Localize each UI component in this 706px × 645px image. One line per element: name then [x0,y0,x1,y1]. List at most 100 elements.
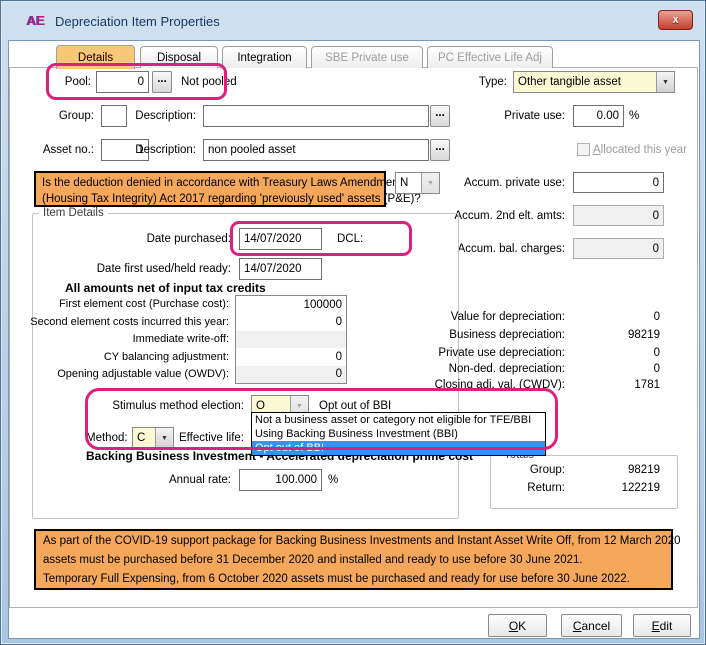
private-use-field[interactable]: 0.00 [573,105,624,127]
first-element-cost-label: First element cost (Purchase cost): [59,297,229,311]
allocated-this-year-label: Allocated this year [593,143,687,157]
closing-adj-val-label: Closing adj. val. (CWDV): [435,378,565,392]
date-first-used-value: 14/07/2020 [240,263,321,275]
tab-disposal[interactable]: Disposal [140,46,218,68]
dcl-label: DCL: [337,232,363,246]
group-label: Group: [59,109,94,123]
tab-integration[interactable]: Integration [222,46,307,68]
stimulus-option-using-bbi[interactable]: Using Backing Business Investment (BBI) [252,427,545,441]
private-use-percent: % [629,109,639,123]
accum-2nd-elt-label: Accum. 2nd elt. amts: [454,209,565,223]
pool-field[interactable]: 0 [96,71,149,93]
notice-line-1: As part of the COVID-19 support package … [43,532,664,551]
deduction-denied-value: N [396,173,421,193]
stimulus-method-label: Stimulus method election: [112,399,244,413]
edit-button[interactable]: Edit [633,614,691,637]
asset-description-value: non pooled asset [204,144,428,156]
title-bar[interactable]: AE Depreciation Item Properties x [1,1,705,40]
stimulus-option-opt-out[interactable]: Opt out of BBI [252,441,545,455]
totals-group-label: Group: [530,463,565,477]
accum-2nd-elt-value: 0 [574,210,663,222]
type-dropdown[interactable]: Other tangible asset ▼ [513,71,675,93]
private-use-depreciation-label: Private use depreciation: [438,346,565,360]
totals-return-value: 122219 [622,481,660,495]
group-description-field[interactable] [203,105,429,127]
private-use-depreciation-value: 0 [654,346,660,360]
closing-adj-val-value: 1781 [634,378,660,392]
business-depreciation-value: 98219 [628,328,660,342]
second-element-costs-label: Second element costs incurred this year: [30,315,229,329]
asset-description-field[interactable]: non pooled asset [203,139,429,161]
private-use-value: 0.00 [574,110,623,122]
business-depreciation-label: Business depreciation: [449,328,565,342]
accum-private-use-label: Accum. private use: [464,176,565,190]
date-first-used-label: Date first used/held ready: [97,262,231,276]
cy-balancing-adjustment-field[interactable]: 0 [236,348,346,365]
date-purchased-value: 14/07/2020 [240,233,321,245]
pool-status-text: Not pooled [181,75,237,89]
stimulus-method-text: Opt out of BBI [319,399,391,413]
tab-details[interactable]: Details [56,45,135,69]
app-logo-icon: AE [27,13,51,30]
date-first-used-field[interactable]: 14/07/2020 [239,258,322,280]
ok-button[interactable]: OK [488,614,547,637]
pool-value: 0 [97,76,148,88]
owdv-field: 0 [236,366,346,383]
asset-no-label: Asset no.: [43,143,94,157]
first-element-cost-field[interactable]: 100000 [236,296,346,313]
question-line-2: (Housing Tax Integrity) Act 2017 regardi… [42,191,378,207]
type-label: Type: [479,75,507,89]
tab-pc-effective-life-adj: PC Effective Life Adj [427,46,553,68]
notice-line-3: Temporary Full Expensing, from 6 October… [43,570,664,589]
totals-return-label: Return: [527,481,565,495]
group-field[interactable] [101,105,127,127]
cost-fields-box: 100000 0 0 0 [235,295,347,384]
annual-rate-value: 100.000 [240,474,321,486]
close-icon[interactable]: x [658,10,693,30]
group-description-label: Description: [135,109,196,123]
accum-bal-charges-value: 0 [574,243,663,255]
chevron-down-icon: ▼ [421,173,439,193]
accum-bal-charges-label: Accum. bal. charges: [458,242,565,256]
chevron-down-icon[interactable]: ▼ [155,428,173,448]
effective-life-label: Effective life: [179,431,244,445]
pool-browse-button[interactable]: ... [152,71,172,93]
type-value: Other tangible asset [514,72,656,92]
private-use-label: Private use: [504,109,565,123]
annual-rate-field[interactable]: 100.000 [239,469,322,491]
accum-bal-charges-field: 0 [573,238,664,259]
immediate-write-off-field [236,331,346,348]
date-purchased-field[interactable]: 14/07/2020 [239,228,322,250]
tab-sbe-private-use: SBE Private use [311,46,423,68]
non-ded-depreciation-label: Non-ded. depreciation: [449,362,565,376]
question-line-1: Is the deduction denied in accordance wi… [42,175,378,191]
deduction-denied-question-box: Is the deduction denied in accordance wi… [34,171,386,207]
value-for-depreciation-label: Value for depreciation: [451,310,565,324]
value-for-depreciation-value: 0 [654,310,660,324]
stimulus-option-not-eligible[interactable]: Not a business asset or category not eli… [252,413,545,427]
asset-description-browse-button[interactable]: ... [430,139,450,161]
totals-group-value: 98219 [628,463,660,477]
depreciation-item-properties-dialog: AE Depreciation Item Properties x Detail… [0,0,706,645]
item-details-legend: Item Details [39,207,108,220]
allocated-this-year-checkbox [577,143,590,156]
annual-rate-percent: % [328,473,338,487]
non-ded-depreciation-value: 0 [654,362,660,376]
accum-private-use-field[interactable]: 0 [573,172,664,193]
net-of-tax-credits-note: All amounts net of input tax credits [65,281,266,295]
window-title: Depreciation Item Properties [55,14,220,29]
accum-2nd-elt-field: 0 [573,205,664,226]
covid-notice-box: As part of the COVID-19 support package … [34,529,673,590]
annual-rate-label: Annual rate: [169,473,231,487]
method-label: Method: [86,431,128,445]
second-element-costs-field[interactable]: 0 [236,313,346,330]
accum-private-use-value: 0 [574,177,663,189]
method-dropdown[interactable]: C ▼ [132,427,174,449]
date-purchased-label: Date purchased: [147,232,231,246]
cy-balancing-adjustment-label: CY balancing adjustment: [104,350,229,364]
cancel-button[interactable]: Cancel [561,614,622,637]
group-description-browse-button[interactable]: ... [430,105,450,127]
chevron-down-icon[interactable]: ▼ [656,72,674,92]
notice-line-2: assets must be purchased before 31 Decem… [43,551,664,570]
deduction-denied-dropdown[interactable]: N ▼ [395,172,440,194]
